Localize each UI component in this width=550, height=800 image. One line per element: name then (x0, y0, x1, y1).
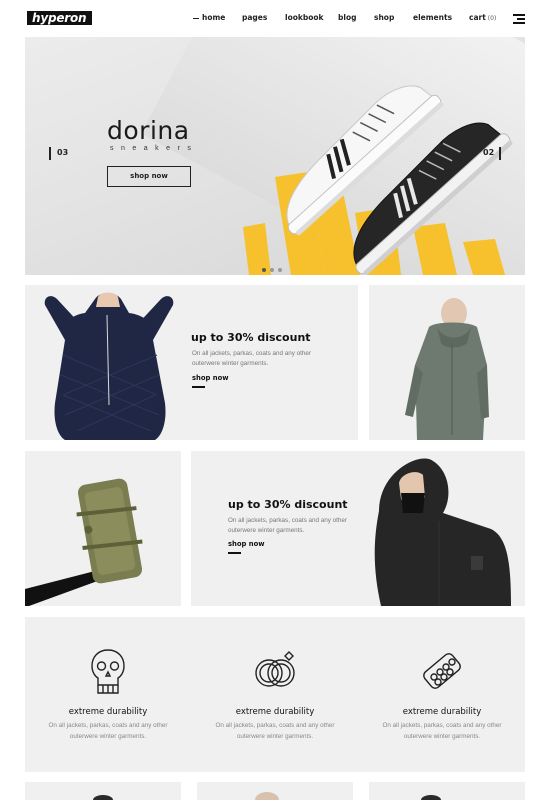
hero-title: dorina (107, 116, 190, 145)
promo-1-title: up to 30% discount (191, 331, 311, 344)
slider-dot[interactable] (270, 268, 274, 272)
promo-2-text: On all jackets, parkas, coats and any ot… (228, 517, 348, 534)
promo-image-tile-bag[interactable] (25, 451, 181, 606)
product-image (421, 795, 441, 800)
nav-cart[interactable]: cart (0) (469, 12, 496, 25)
feature-1: extreme durability On all jackets, parka… (25, 617, 191, 772)
green-bag-image (25, 478, 143, 606)
promo-2-shop-now-link[interactable]: shop now (228, 540, 265, 548)
nav-blog[interactable]: blog (338, 12, 356, 24)
feature-3-title: extreme durability (402, 707, 482, 717)
slide-prev-number[interactable]: 03 (57, 148, 68, 157)
slide-next-bar (499, 147, 501, 160)
nav-lookbook[interactable]: lookbook (285, 12, 324, 24)
product-tile[interactable] (369, 782, 525, 800)
promo-banner-1: up to 30% discount On all jackets, parka… (25, 285, 358, 440)
product-tile[interactable] (197, 782, 353, 800)
nav-elements[interactable]: elements (413, 12, 452, 24)
hero-sneakers-image (286, 85, 513, 275)
skull-icon (91, 649, 125, 694)
promo-2-underline (228, 552, 241, 554)
product-image (255, 792, 279, 800)
pills-icon (423, 653, 461, 689)
promo-1-text: On all jackets, parkas, coats and any ot… (192, 350, 312, 367)
black-hoodie-model-image (374, 458, 511, 606)
feature-1-text: On all jackets, parkas, coats and any ot… (48, 722, 168, 740)
quilted-jacket-model-image (44, 292, 174, 440)
nav-home[interactable]: home (193, 12, 225, 24)
menu-icon[interactable] (513, 14, 525, 24)
hero-slider: 03 02 dorina sneakers shop now (25, 37, 525, 275)
product-tile[interactable] (25, 782, 181, 800)
rings-icon (255, 651, 295, 687)
green-coat-model-image (405, 298, 489, 440)
feature-1-title: extreme durability (68, 707, 148, 717)
logo[interactable]: hyperon (27, 11, 93, 25)
feature-2: extreme durability On all jackets, parka… (192, 617, 358, 772)
slider-dots (262, 259, 286, 275)
promo-2-title: up to 30% discount (228, 498, 348, 511)
slide-next-number[interactable]: 02 (483, 148, 494, 157)
nav-pages[interactable]: pages (242, 12, 267, 24)
promo-banner-2: up to 30% discount On all jackets, parka… (191, 451, 525, 606)
nav-shop[interactable]: shop (374, 12, 394, 24)
slider-dot[interactable] (278, 268, 282, 272)
site-header: hyperon home pages lookbook blog shop el… (0, 0, 550, 38)
promo-1-underline (192, 386, 205, 388)
promo-1-shop-now-link[interactable]: shop now (192, 374, 229, 382)
slider-dot[interactable] (262, 268, 266, 272)
promo-image-tile-green-coat[interactable] (369, 285, 525, 440)
hero-subtitle: sneakers (110, 145, 199, 152)
features-section: extreme durability On all jackets, parka… (25, 617, 525, 772)
active-dash (193, 17, 199, 19)
slide-prev-bar (49, 147, 51, 160)
feature-3: extreme durability On all jackets, parka… (359, 617, 525, 772)
cart-count: (0) (487, 15, 497, 22)
product-image (93, 795, 113, 800)
feature-2-title: extreme durability (235, 707, 315, 717)
feature-3-text: On all jackets, parkas, coats and any ot… (382, 722, 502, 740)
hero-shop-now-button[interactable]: shop now (107, 166, 191, 187)
feature-2-text: On all jackets, parkas, coats and any ot… (215, 722, 335, 740)
